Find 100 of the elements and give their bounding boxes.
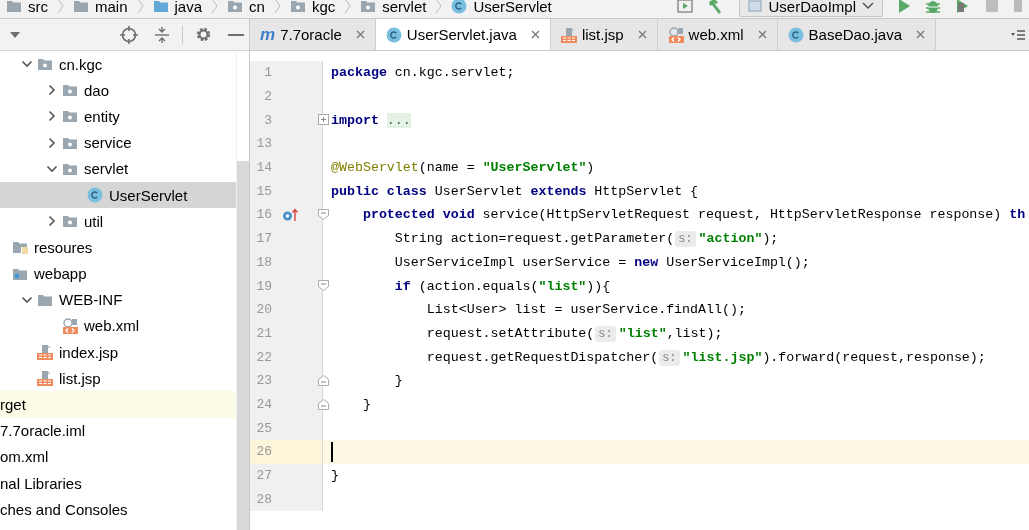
code-line: } bbox=[331, 468, 339, 484]
line-number: 22 bbox=[255, 349, 272, 365]
package-folder-icon bbox=[62, 161, 78, 176]
tree-item[interactable]: om.xml bbox=[0, 448, 49, 466]
editor-tab[interactable]: m 7.7oracle bbox=[250, 19, 376, 50]
fold-collapse-icon[interactable] bbox=[318, 398, 329, 410]
code-line: protected void service(HttpServletRequest request, HttpServletResponse response) th bbox=[361, 207, 1026, 223]
xml-file-icon bbox=[667, 26, 684, 43]
folder-icon bbox=[37, 292, 53, 307]
editor-tab[interactable]: web.xml bbox=[657, 19, 778, 50]
line-number: 23 bbox=[255, 373, 272, 389]
tree-item[interactable]: WEB-INF bbox=[59, 291, 123, 309]
package-folder-icon bbox=[62, 214, 78, 229]
scrollbar-thumb[interactable] bbox=[237, 161, 249, 530]
breadcrumb-item[interactable]: UserServlet bbox=[473, 0, 552, 15]
editor-tab[interactable]: list.jsp bbox=[550, 19, 658, 50]
breadcrumb-item[interactable]: java bbox=[174, 0, 203, 15]
line-number: 1 bbox=[263, 65, 272, 81]
line-number: 3 bbox=[263, 112, 272, 128]
code-line: List<User> list = userService.findAll(); bbox=[425, 302, 746, 318]
jsp-file-icon bbox=[37, 344, 53, 361]
line-number: 17 bbox=[255, 231, 272, 247]
breadcrumb-item[interactable]: servlet bbox=[382, 0, 427, 15]
folder-icon bbox=[73, 0, 89, 13]
code-line: if (action.equals("list")){ bbox=[393, 278, 611, 294]
line-number: 13 bbox=[255, 136, 272, 152]
package-folder-icon bbox=[360, 0, 377, 13]
settings-icon[interactable] bbox=[195, 26, 212, 43]
bug-icon[interactable] bbox=[925, 0, 941, 14]
line-number: 18 bbox=[255, 254, 272, 270]
tree-item[interactable]: dao bbox=[84, 81, 110, 99]
run-icon[interactable] bbox=[897, 0, 911, 14]
code-line: } bbox=[393, 373, 403, 389]
package-folder-icon bbox=[62, 135, 78, 150]
run-configuration-dropdown[interactable]: UserDaoImpl bbox=[739, 0, 883, 17]
fold-expand-icon[interactable] bbox=[318, 114, 329, 126]
line-number: 21 bbox=[255, 325, 272, 341]
code-line: import ... bbox=[331, 112, 411, 128]
breadcrumb-separator-icon bbox=[136, 0, 144, 14]
close-icon[interactable] bbox=[637, 30, 647, 39]
tree-item[interactable]: service bbox=[84, 134, 132, 152]
class-icon bbox=[787, 26, 804, 43]
package-folder-icon bbox=[37, 57, 53, 72]
tree-item[interactable]: rget bbox=[0, 396, 26, 414]
folder-icon bbox=[6, 0, 22, 13]
collapse-all-icon[interactable] bbox=[154, 25, 170, 44]
fold-collapse-icon[interactable] bbox=[318, 280, 329, 292]
jsp-file-icon bbox=[37, 370, 53, 387]
code-line: public class UserServlet extends HttpServlet { bbox=[331, 183, 699, 199]
tree-item[interactable]: nal Libraries bbox=[0, 474, 82, 492]
tree-item[interactable]: 7.7oracle.iml bbox=[0, 422, 86, 440]
tab-list-icon[interactable] bbox=[1011, 28, 1025, 41]
tree-item[interactable]: webapp bbox=[34, 265, 87, 283]
tree-item[interactable]: index.jsp bbox=[59, 343, 119, 361]
folder-icon bbox=[152, 0, 169, 13]
line-number: 28 bbox=[255, 491, 272, 507]
tree-item[interactable]: util bbox=[84, 212, 104, 230]
package-folder-icon bbox=[62, 83, 78, 98]
breadcrumb-separator-icon bbox=[273, 0, 281, 14]
package-folder-icon bbox=[62, 109, 78, 124]
editor-tab[interactable]: BaseDao.java bbox=[777, 19, 936, 50]
package-folder-icon bbox=[227, 0, 244, 13]
run-window-icon[interactable] bbox=[677, 0, 694, 13]
tree-item[interactable]: web.xml bbox=[84, 317, 139, 335]
fold-collapse-icon[interactable] bbox=[318, 374, 329, 386]
line-number: 2 bbox=[263, 89, 272, 105]
code-line: String action=request.getParameter( s: "action"); bbox=[393, 231, 779, 247]
fold-collapse-icon[interactable] bbox=[318, 209, 329, 221]
editor-tab[interactable]: UserServlet.java bbox=[375, 19, 551, 50]
code-line: request.getRequestDispatcher( s: "list.jsp").forward(request,response); bbox=[425, 349, 986, 365]
breadcrumb-item[interactable]: cn bbox=[249, 0, 265, 15]
tree-item[interactable]: servlet bbox=[84, 160, 129, 178]
caret-down-icon[interactable] bbox=[9, 30, 21, 39]
tree-item[interactable]: list.jsp bbox=[59, 369, 101, 387]
module-icon: m bbox=[260, 24, 276, 45]
text-caret bbox=[331, 441, 333, 462]
breadcrumb-item[interactable]: main bbox=[95, 0, 128, 15]
line-number: 24 bbox=[255, 396, 272, 412]
line-number: 15 bbox=[255, 183, 272, 199]
close-icon[interactable] bbox=[757, 30, 767, 39]
tree-item[interactable]: cn.kgc bbox=[59, 55, 103, 73]
config-icon bbox=[748, 0, 763, 12]
breadcrumb-item[interactable]: src bbox=[28, 0, 48, 15]
tree-item[interactable]: ches and Consoles bbox=[0, 500, 128, 518]
close-icon[interactable] bbox=[355, 30, 365, 39]
tree-item[interactable]: resoures bbox=[34, 238, 93, 256]
circle-up-arrow-icon[interactable] bbox=[282, 207, 298, 222]
package-folder-icon bbox=[289, 0, 306, 13]
tree-item[interactable]: entity bbox=[84, 107, 120, 125]
line-number: 27 bbox=[255, 468, 272, 484]
close-icon[interactable] bbox=[530, 30, 540, 39]
caret-down-icon bbox=[862, 2, 874, 10]
locate-icon[interactable] bbox=[120, 25, 138, 44]
line-number: 14 bbox=[255, 160, 272, 176]
line-number: 20 bbox=[255, 302, 272, 318]
close-icon[interactable] bbox=[916, 30, 925, 39]
code-line: package cn.kgc.servlet; bbox=[331, 65, 515, 81]
breadcrumb-item[interactable]: kgc bbox=[311, 0, 336, 15]
breadcrumb-separator-icon bbox=[344, 0, 352, 14]
line-number: 25 bbox=[255, 420, 272, 436]
